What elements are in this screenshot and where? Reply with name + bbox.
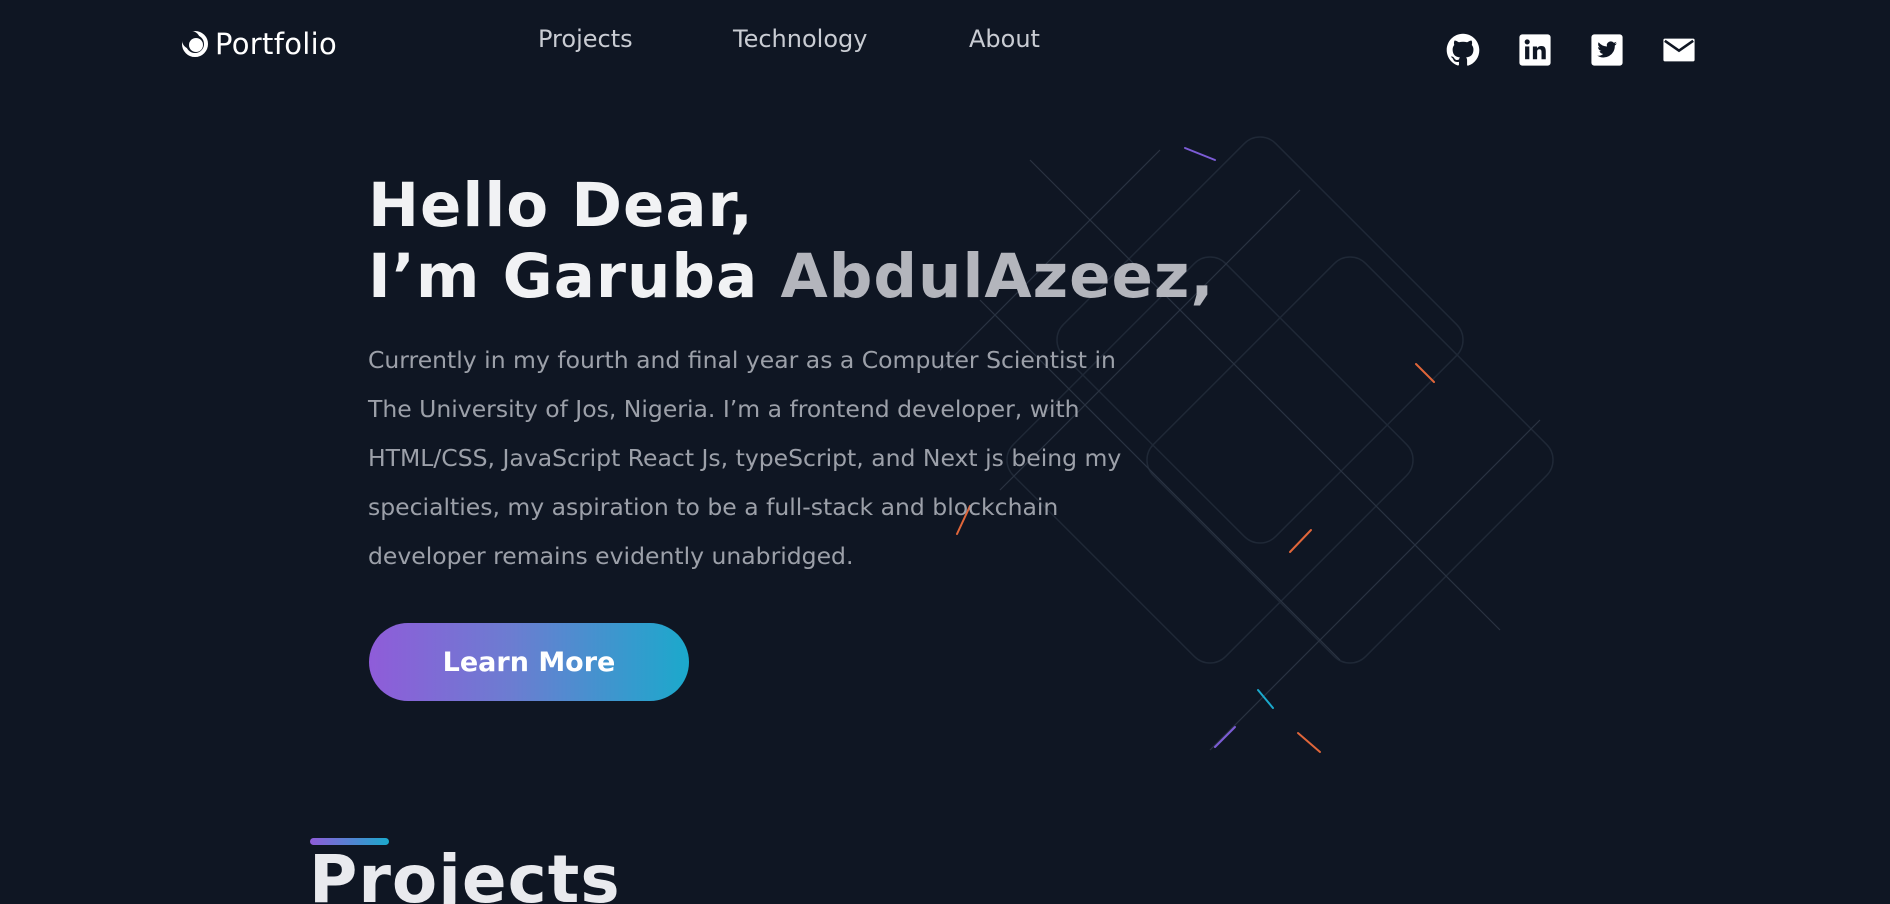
twitter-link[interactable] [1589,32,1625,68]
nav-projects[interactable]: Projects [538,22,633,56]
github-icon [1446,33,1480,66]
page: Portfolio Projects Technology About Hell… [0,0,1890,904]
hero-intro-prefix: I’m Garuba [368,241,781,312]
nav-technology[interactable]: Technology [733,22,867,56]
hero-description: Currently in my fourth and final year as… [368,346,1122,570]
learn-more-button[interactable]: Learn More [369,623,689,701]
logo-text: Portfolio [215,27,337,61]
linkedin-link[interactable] [1517,32,1553,68]
mail-icon [1663,38,1695,62]
hero-title: Hello Dear, I’m Garuba AbdulAzeez, [368,170,1215,312]
github-link[interactable] [1445,32,1481,68]
linkedin-icon [1519,34,1551,66]
twitter-icon [1591,34,1623,66]
hero-intro: I’m Garuba AbdulAzeez, [368,241,1215,312]
projects-section-title: Projects [309,841,621,904]
nav-about[interactable]: About [969,22,1040,56]
crescent-logo-icon [182,31,208,57]
hero-intro-name: AbdulAzeez, [780,241,1215,312]
hero-greeting: Hello Dear, [368,170,754,241]
logo-link[interactable]: Portfolio [181,24,337,64]
mail-link[interactable] [1661,32,1697,68]
